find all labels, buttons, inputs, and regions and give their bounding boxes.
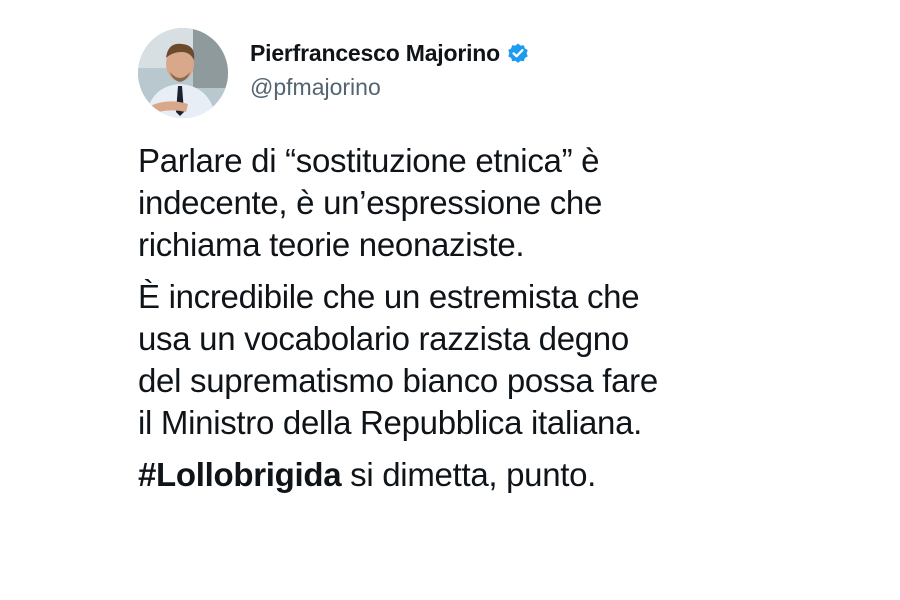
avatar[interactable] [138,28,228,118]
profile-photo-icon [138,28,228,118]
tweet-closing-line: #Lollobrigida si dimetta, punto. [138,454,838,496]
tweet-paragraph-2: È incredibile che un estremista che usa … [138,278,658,441]
tweet-paragraph-1: Parlare di “sostituzione etnica” è indec… [138,142,603,263]
author-display-name[interactable]: Pierfrancesco Majorino [250,40,500,67]
verified-badge-icon [506,41,530,65]
hashtag-link[interactable]: #Lollobrigida [138,456,342,493]
closing-text: si dimetta, punto. [341,456,597,493]
display-name-row: Pierfrancesco Majorino [250,38,530,68]
tweet-text: Parlare di “sostituzione etnica” è indec… [138,140,838,506]
author-handle[interactable]: @pfmajorino [250,74,530,101]
author-names: Pierfrancesco Majorino @pfmajorino [250,38,530,101]
